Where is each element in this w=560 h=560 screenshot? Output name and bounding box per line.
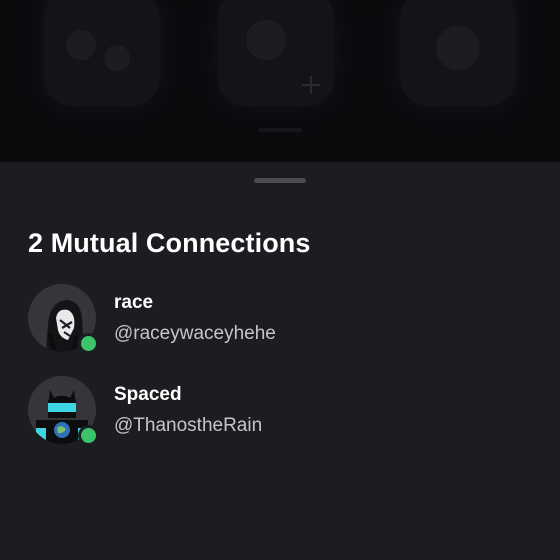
online-status-dot	[78, 425, 99, 446]
background-tile	[400, 0, 516, 106]
display-name: Spaced	[114, 384, 182, 405]
bottom-sheet: 2 Mutual Connections race @raceywaceyheh…	[0, 162, 560, 560]
connection-row-spaced[interactable]: Spaced @ThanostheRain	[0, 372, 560, 464]
page-indicator	[258, 128, 302, 132]
connection-row-race[interactable]: race @raceywaceyhehe	[0, 280, 560, 372]
plus-icon	[300, 74, 322, 96]
background-tile	[44, 0, 160, 106]
display-name: race	[114, 292, 154, 313]
connections-list: race @raceywaceyhehe Spaced @ThanostheRa…	[0, 280, 560, 464]
dimmed-background[interactable]	[0, 0, 560, 162]
online-status-dot	[78, 333, 99, 354]
mutual-connections-screen: 2 Mutual Connections race @raceywaceyheh…	[0, 0, 560, 560]
sheet-title: 2 Mutual Connections	[28, 228, 311, 258]
sheet-drag-handle[interactable]	[254, 178, 306, 183]
username: @ThanostheRain	[114, 415, 263, 436]
username: @raceywaceyhehe	[114, 323, 276, 344]
